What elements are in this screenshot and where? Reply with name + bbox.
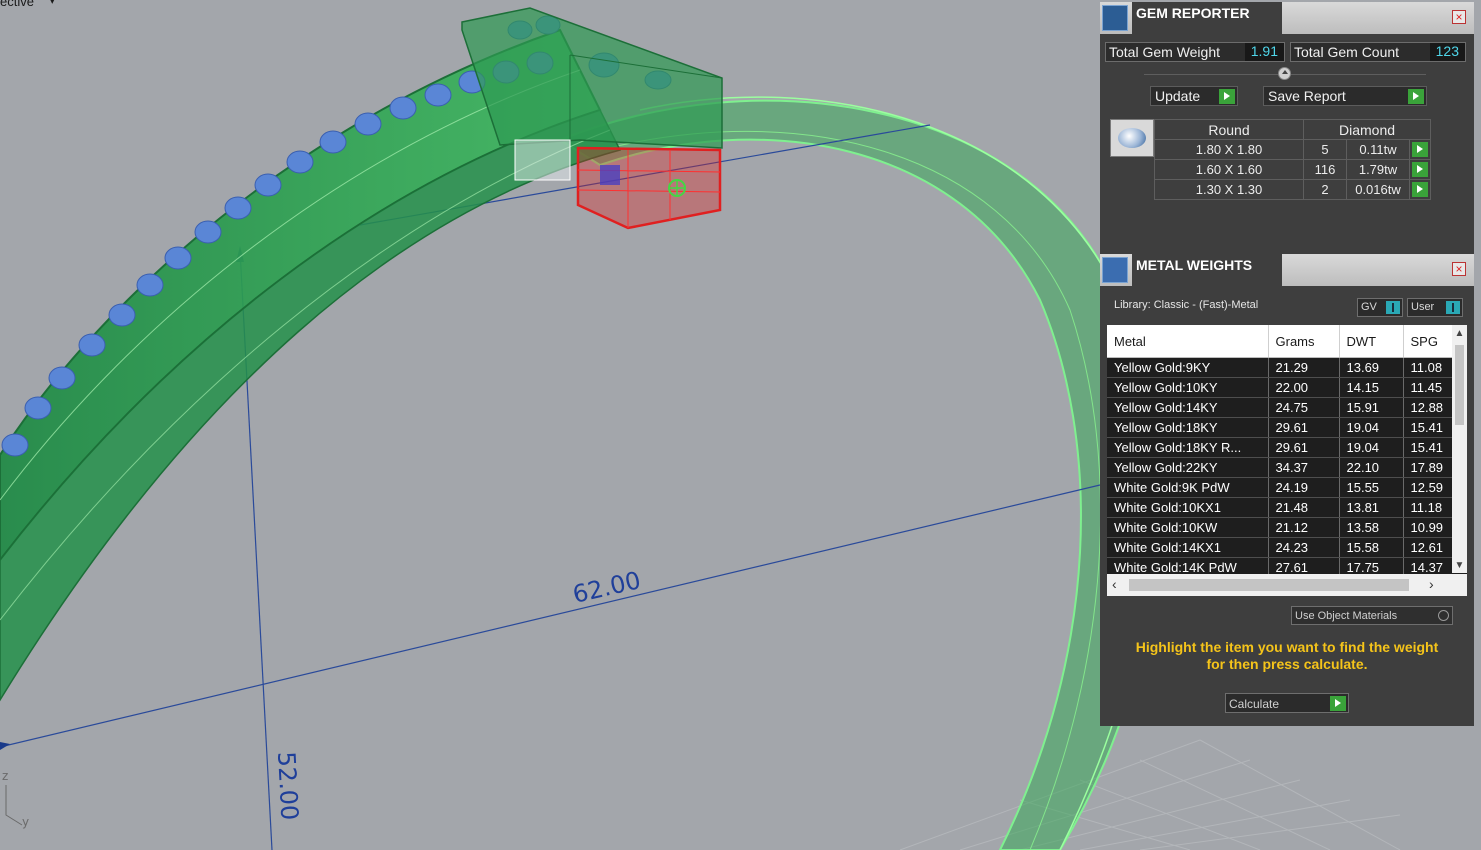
play-arrow-icon [1219,89,1235,104]
scroll-right-icon[interactable]: › [1429,576,1434,592]
round-gem-icon [1110,119,1154,157]
table-row[interactable]: Yellow Gold:14KY 24.75 15.91 12.88 [1107,397,1467,418]
gem-summary-table: Round Diamond 1.80 X 1.80 5 0.11tw 1.60 … [1154,119,1431,200]
row-select-button[interactable] [1409,179,1431,200]
svg-text:z: z [2,769,8,783]
table-row[interactable]: Yellow Gold:10KY 22.00 14.15 11.45 [1107,377,1467,398]
instruction-text: Highlight the item you want to find the … [1135,639,1439,672]
dimension-lines [0,124,1101,850]
gem-shape-header: Round [1154,119,1304,140]
table-row[interactable]: Yellow Gold:9KY 21.29 13.69 11.08 [1107,357,1467,378]
user-toggle[interactable]: User [1407,298,1463,317]
vertical-scrollbar[interactable]: ▲ ▼ [1452,325,1467,573]
column-header-metal[interactable]: Metal [1107,325,1269,358]
table-row[interactable]: 1.30 X 1.30 2 0.016tw [1154,179,1431,200]
scroll-up-icon[interactable]: ▲ [1452,327,1467,341]
table-row[interactable]: White Gold:10KX1 21.48 13.81 11.18 [1107,497,1467,518]
selected-object[interactable] [576,146,722,230]
library-label: Library: Classic - (Fast)-Metal [1114,299,1259,311]
play-arrow-icon [1412,142,1428,157]
metal-weights-grid[interactable]: Metal Grams DWT SPG Yellow Gold:9KY 21.29… [1107,325,1467,596]
column-header-dwt[interactable]: DWT [1339,325,1404,358]
table-row[interactable]: White Gold:10KW 21.12 13.58 10.99 [1107,517,1467,538]
play-arrow-icon [1408,89,1424,104]
table-row[interactable]: Yellow Gold:18KY 29.61 19.04 15.41 [1107,417,1467,438]
total-gem-count-field: Total Gem Count 123 [1290,42,1466,62]
collapse-toggle-icon[interactable] [1278,67,1291,80]
table-row[interactable]: Yellow Gold:22KY 34.37 22.10 17.89 [1107,457,1467,478]
metal-weights-header[interactable]: METAL WEIGHTS × [1100,254,1474,286]
axis-triad: z y [2,769,29,829]
table-row[interactable]: Yellow Gold:18KY R... 29.61 19.04 15.41 [1107,437,1467,458]
row-select-button[interactable] [1409,139,1431,160]
table-row[interactable]: 1.80 X 1.80 5 0.11tw [1154,139,1431,160]
metal-weights-panel: METAL WEIGHTS × Library: Classic - (Fast… [1100,254,1474,726]
table-row[interactable]: White Gold:14KX1 24.23 15.58 12.61 [1107,537,1467,558]
viewport-name-label[interactable]: ective [0,0,34,9]
metal-weights-close-icon[interactable]: × [1452,262,1466,276]
update-button[interactable]: Update [1150,86,1238,106]
scroll-down-icon[interactable]: ▼ [1452,559,1467,573]
use-object-materials-button[interactable]: Use Object Materials [1291,606,1453,625]
metal-weights-title: METAL WEIGHTS [1136,257,1253,273]
total-gem-count-value: 123 [1429,43,1465,61]
calculate-button[interactable]: Calculate [1225,693,1349,713]
table-row[interactable]: 1.60 X 1.60 116 1.79tw [1154,159,1431,180]
horizontal-scrollbar[interactable]: ‹ › [1107,574,1467,596]
gem-reporter-logo-icon [1102,5,1128,31]
gem-material-header: Diamond [1303,119,1431,140]
vertical-scroll-thumb[interactable] [1455,345,1464,425]
svg-text:y: y [22,815,29,829]
table-row[interactable]: White Gold:9K PdW 24.19 15.55 12.59 [1107,477,1467,498]
play-arrow-icon [1330,696,1346,711]
dimension-arrow-left [0,742,10,750]
toggle-switch-icon [1446,301,1460,314]
horizontal-scroll-thumb[interactable] [1129,579,1409,591]
play-arrow-icon [1412,162,1428,177]
scale-icon [1102,257,1128,283]
gem-reporter-panel: GEM REPORTER × Total Gem Weight 1.91 Tot… [1100,2,1474,254]
radio-circle-icon [1438,610,1449,621]
viewport-menu-arrow-icon[interactable]: ▾ [50,0,55,7]
gem-reporter-title: GEM REPORTER [1136,5,1250,21]
scroll-left-icon[interactable]: ‹ [1112,576,1117,592]
gem-reporter-close-icon[interactable]: × [1452,10,1466,24]
row-select-button[interactable] [1409,159,1431,180]
gv-toggle[interactable]: GV [1357,298,1403,317]
gem-reporter-header[interactable]: GEM REPORTER × [1100,2,1474,34]
ground-grid [899,739,1401,850]
play-arrow-icon [1412,182,1428,197]
metal-weights-table: Metal Grams DWT SPG Yellow Gold:9KY 21.29… [1107,325,1467,578]
total-gem-weight-value: 1.91 [1244,43,1284,61]
save-report-button[interactable]: Save Report [1263,86,1427,106]
total-gem-weight-field: Total Gem Weight 1.91 [1105,42,1285,62]
column-header-grams[interactable]: Grams [1268,325,1340,358]
toggle-switch-icon [1386,301,1400,314]
height-dimension-label: 52.00 [272,751,304,821]
